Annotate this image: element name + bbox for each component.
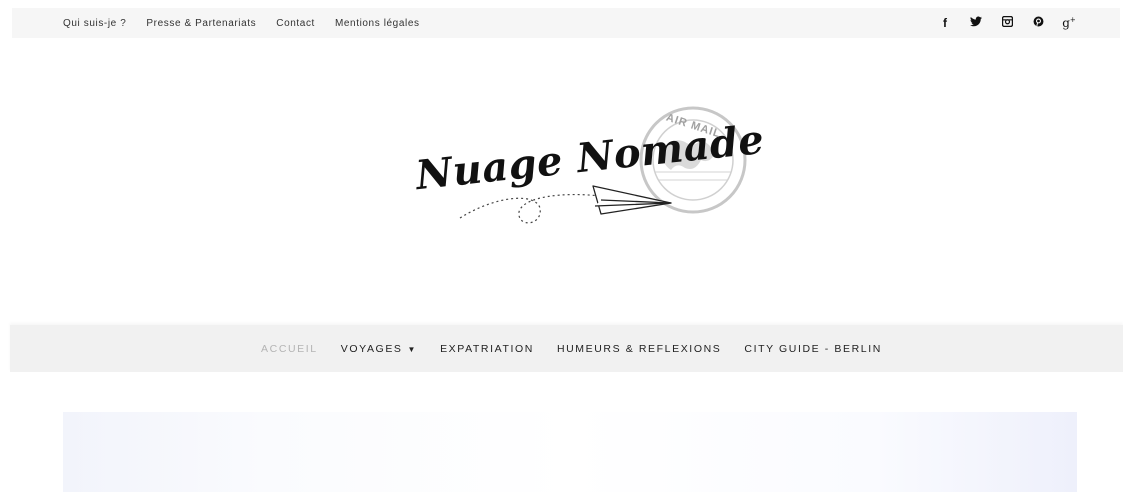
hero-image[interactable] <box>63 412 1077 492</box>
nav-item-voyages-label: VOYAGES <box>340 342 403 355</box>
nav-item-city-guide[interactable]: CITY GUIDE - BERLIN <box>744 343 882 355</box>
top-bar: Qui suis-je ? Presse & Partenariats Cont… <box>12 8 1120 38</box>
top-link-contact[interactable]: Contact <box>276 18 315 29</box>
twitter-icon[interactable] <box>969 16 983 30</box>
nav-item-voyages[interactable]: VOYAGES ▼ <box>341 343 417 355</box>
nav-item-expatriation[interactable]: EXPATRIATION <box>440 343 534 355</box>
top-link-legal[interactable]: Mentions légales <box>335 18 420 29</box>
facebook-icon[interactable]: f <box>938 16 952 30</box>
top-link-press[interactable]: Presse & Partenariats <box>146 18 256 29</box>
nav-item-humeurs[interactable]: HUMEURS & REFLEXIONS <box>557 343 721 355</box>
nav-item-accueil[interactable]: ACCUEIL <box>261 343 318 355</box>
top-link-about[interactable]: Qui suis-je ? <box>63 18 126 29</box>
pinterest-icon[interactable] <box>1031 16 1045 30</box>
social-links: f g+ <box>938 8 1076 38</box>
instagram-icon[interactable] <box>1000 15 1014 30</box>
google-plus-icon[interactable]: g+ <box>1062 16 1076 30</box>
chevron-down-icon: ▼ <box>407 344 418 354</box>
site-logo[interactable]: Nuage Nomade AIR MAIL <box>405 100 766 240</box>
main-nav: ACCUEIL VOYAGES ▼ EXPATRIATION HUMEURS & … <box>10 325 1123 372</box>
top-links: Qui suis-je ? Presse & Partenariats Cont… <box>63 8 420 38</box>
